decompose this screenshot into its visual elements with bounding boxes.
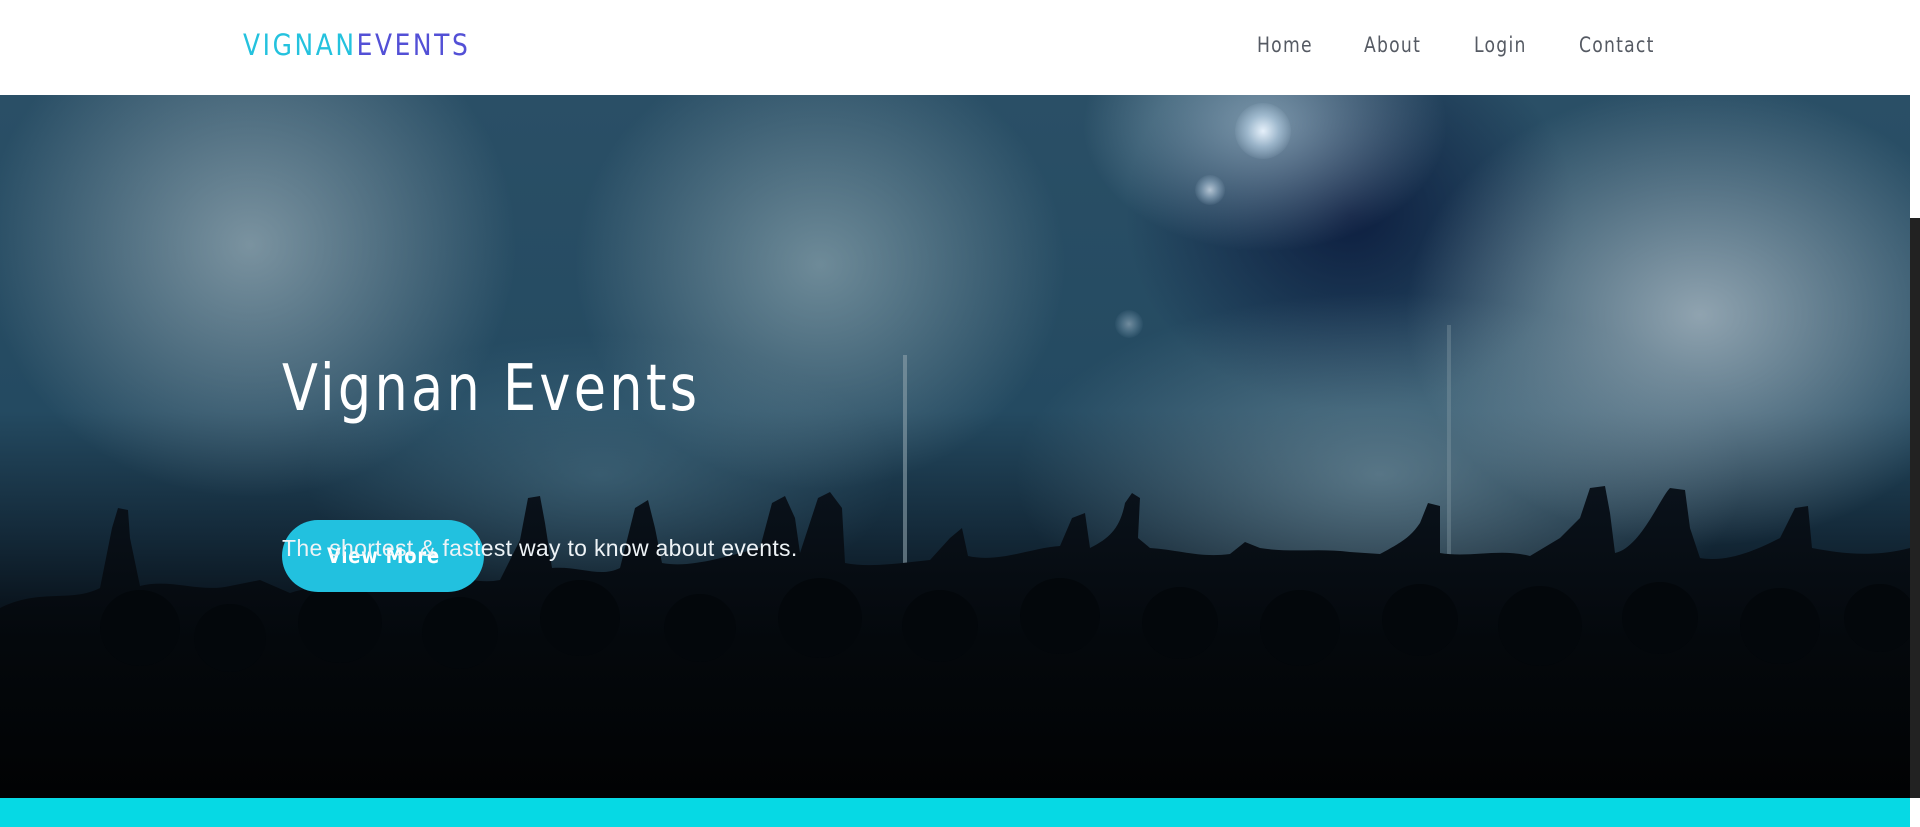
scrollbar-track-top [1910, 95, 1920, 218]
hero-section: Vignan Events The shortest & fastest way… [0, 95, 1910, 798]
page: VIGNANEVENTS Home About Login Contact Vi… [0, 0, 1920, 827]
hero-background-image [0, 95, 1910, 798]
site-header: VIGNANEVENTS Home About Login Contact [0, 0, 1920, 95]
nav-link-login[interactable]: Login [1474, 30, 1527, 60]
section-divider-edge [1910, 798, 1920, 827]
hero-title: Vignan Events [282, 352, 701, 426]
crowd-silhouette [0, 486, 1910, 798]
scrollbar-thumb[interactable] [1910, 218, 1920, 798]
nav-link-contact[interactable]: Contact [1579, 30, 1655, 60]
stage-light [1195, 175, 1225, 205]
section-divider-band [0, 798, 1910, 827]
nav-link-about[interactable]: About [1364, 30, 1421, 60]
main-nav: Home About Login Contact [0, 30, 1920, 60]
hero-subtitle: The shortest & fastest way to know about… [282, 535, 798, 561]
stage-light [1115, 310, 1143, 338]
stage-light [1235, 103, 1291, 159]
nav-link-home[interactable]: Home [1257, 30, 1313, 60]
